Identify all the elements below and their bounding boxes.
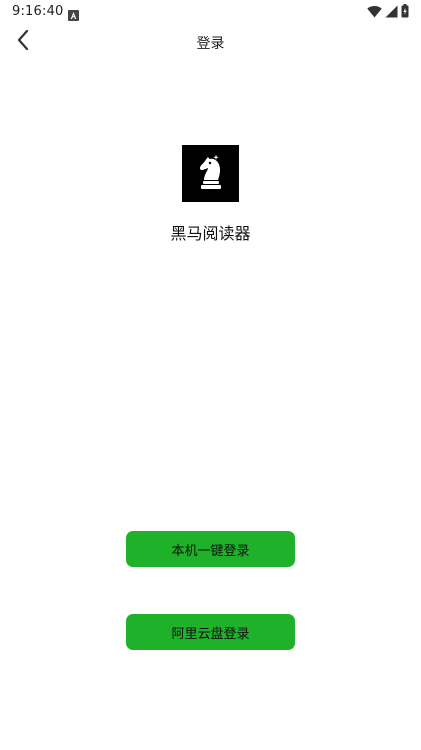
wifi-icon (367, 3, 382, 22)
chess-knight-icon (194, 153, 228, 195)
app-name: 黑马阅读器 (170, 224, 251, 243)
status-bar: 9:16:40 (0, 0, 421, 24)
signal-icon (385, 3, 398, 22)
app-logo (182, 145, 239, 202)
status-time: 9:16:40 (12, 4, 64, 19)
status-icons (367, 3, 409, 22)
a-notification-icon (68, 6, 79, 21)
title-bar: 登录 (0, 24, 421, 60)
aliyun-drive-login-button[interactable]: 阿里云盘登录 (126, 614, 295, 650)
page-title: 登录 (196, 36, 225, 52)
local-login-button[interactable]: 本机一键登录 (126, 531, 295, 567)
battery-charging-icon (401, 3, 409, 22)
